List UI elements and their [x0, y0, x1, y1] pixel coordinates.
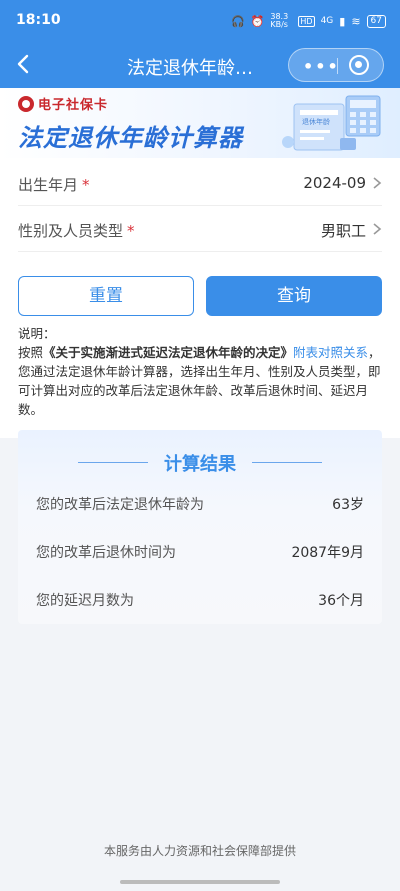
result-label: 您的改革后法定退休年龄为 — [36, 497, 204, 513]
note-heading: 说明： — [18, 326, 56, 341]
network-type: 4G — [320, 16, 334, 26]
note-body: 按照《关于实施渐进式延迟法定退休年龄的决定》附表对照关系，您通过法定退休年龄计算… — [18, 343, 384, 419]
result-label: 您的改革后退休时间为 — [36, 545, 176, 561]
person-type-value: 男职工 — [320, 222, 366, 240]
query-button[interactable]: 查询 — [206, 276, 382, 316]
chevron-right-icon — [373, 177, 382, 189]
home-indicator[interactable] — [120, 880, 280, 884]
status-time: 18:10 — [16, 12, 61, 28]
calculator-card: 电子社保卡 法定退休年龄计算器 退休年龄 出生年月 * 2024-09 性别及人员… — [0, 88, 400, 438]
title-divider-right — [252, 462, 322, 463]
result-row-time: 您的改革后退休时间为 2087年9月 — [36, 542, 364, 566]
hd-badge: HD — [298, 15, 315, 27]
network-speed: 38.3 KB/s — [270, 12, 289, 29]
result-value: 36个月 — [318, 593, 364, 609]
person-type-row[interactable]: 性别及人员类型 * 男职工 — [18, 206, 382, 252]
description-note: 说明： 按照《关于实施渐进式延迟法定退休年龄的决定》附表对照关系，您通过法定退休… — [18, 324, 384, 419]
status-icons: 🎧 ⏰ 38.3 KB/s HD 4G ▮ ≋ 67 — [231, 13, 386, 29]
result-row-age: 您的改革后法定退休年龄为 63岁 — [36, 494, 364, 518]
page-title: 法定退休年龄… — [127, 58, 253, 79]
person-type-label: 性别及人员类型 * — [18, 222, 135, 240]
calculator-title: 法定退休年龄计算器 — [18, 124, 243, 152]
birth-date-row[interactable]: 出生年月 * 2024-09 — [18, 160, 382, 206]
calculator-illustration-icon: 退休年龄 — [282, 95, 381, 151]
nav-bar: 法定退休年龄… ••• — [0, 42, 400, 88]
headphone-icon: 🎧 — [230, 14, 245, 28]
capsule-divider — [337, 58, 338, 74]
target-close-icon[interactable] — [349, 55, 369, 75]
provider-footer: 本服务由人力资源和社会保障部提供 — [103, 844, 296, 858]
result-title: 计算结果 — [164, 454, 236, 475]
birth-date-value: 2024-09 — [303, 174, 366, 192]
battery-icon: 67 — [366, 14, 386, 28]
result-label: 您的延迟月数为 — [36, 593, 134, 609]
reset-button[interactable]: 重置 — [18, 276, 194, 316]
social-security-logo-icon — [18, 95, 34, 112]
result-value: 63岁 — [332, 497, 364, 513]
required-mark: * — [82, 176, 90, 194]
result-row-delay: 您的延迟月数为 36个月 — [36, 590, 364, 614]
signal-icon: ▮ — [339, 14, 346, 28]
back-arrow-icon[interactable] — [12, 52, 36, 76]
result-panel: 计算结果 您的改革后法定退休年龄为 63岁 您的改革后退休时间为 2087年9月… — [18, 430, 382, 624]
required-mark: * — [127, 222, 135, 240]
result-value: 2087年9月 — [291, 545, 364, 561]
more-dots-icon[interactable]: ••• — [303, 57, 340, 76]
illustration-text: 退休年龄 — [302, 117, 330, 126]
status-bar: 18:10 🎧 ⏰ 38.3 KB/s HD 4G ▮ ≋ 67 — [0, 0, 400, 42]
header-banner: 电子社保卡 法定退休年龄计算器 退休年龄 — [0, 88, 400, 158]
mini-program-capsule: ••• — [288, 48, 384, 82]
note-doc-title: 《关于实施渐进式延迟法定退休年龄的决定》 — [43, 345, 294, 360]
brand-logo: 电子社保卡 — [18, 94, 108, 113]
note-prefix: 按照 — [18, 345, 44, 360]
brand-name: 电子社保卡 — [38, 98, 109, 113]
chevron-right-icon — [373, 223, 382, 235]
appendix-link[interactable]: 附表对照关系 — [293, 345, 368, 360]
alarm-icon: ⏰ — [250, 14, 265, 28]
wifi-icon: ≋ — [351, 14, 361, 28]
birth-date-label: 出生年月 * — [18, 176, 90, 194]
